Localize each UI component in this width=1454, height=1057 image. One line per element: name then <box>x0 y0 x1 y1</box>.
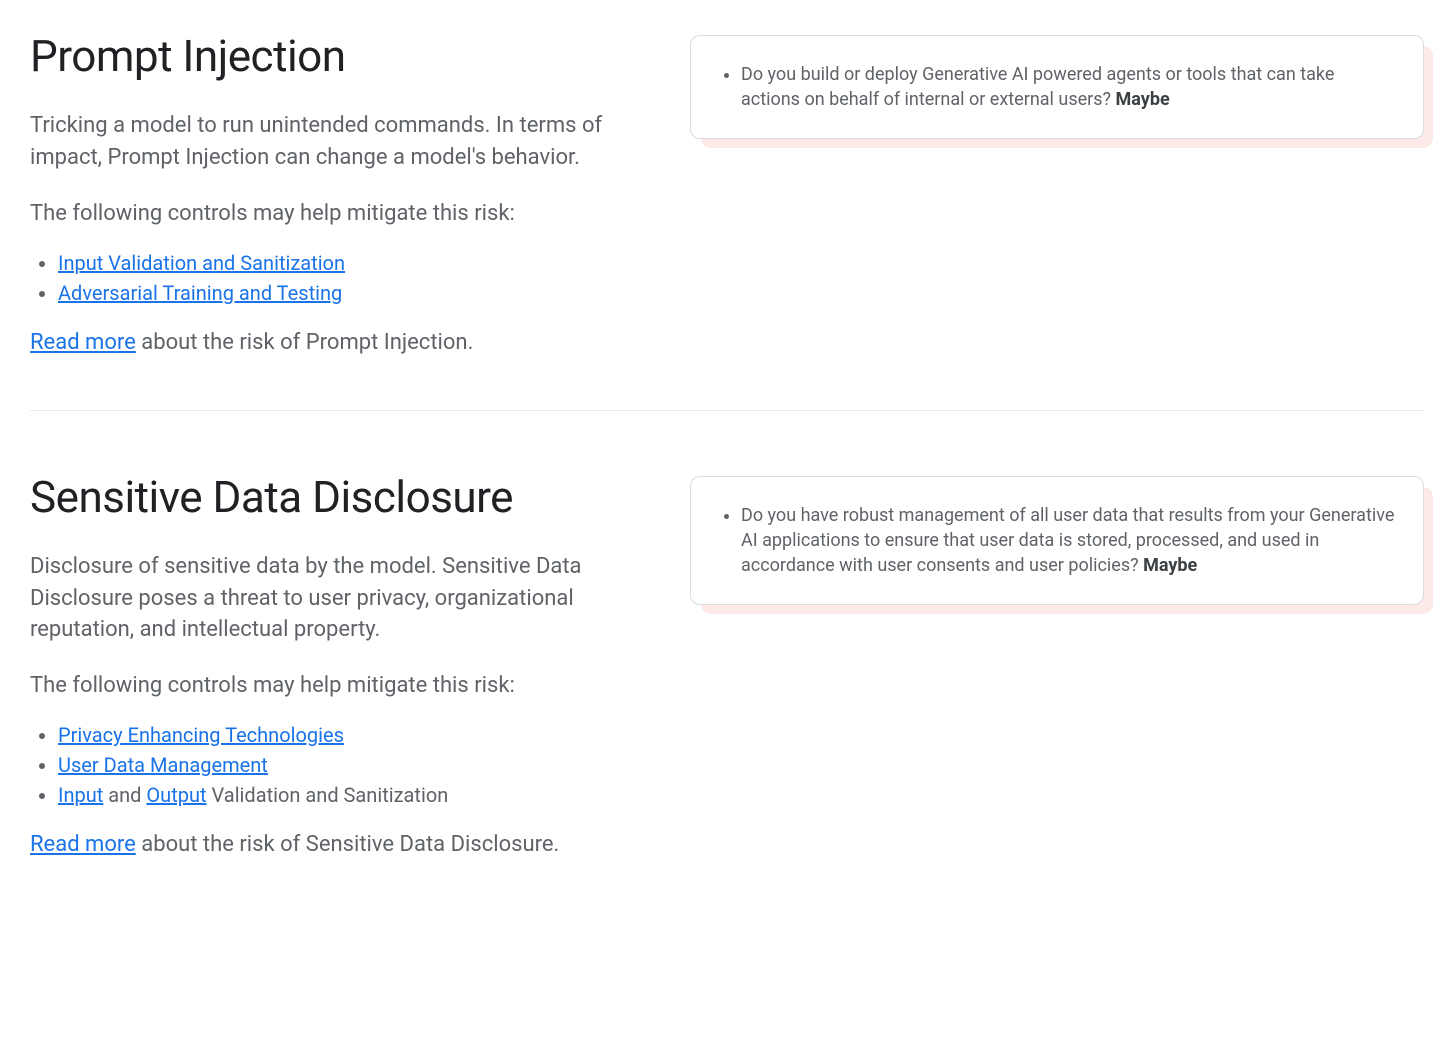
risk-description: Tricking a model to run unintended comma… <box>30 110 630 174</box>
question-answer: Maybe <box>1116 89 1170 110</box>
risk-title: Prompt Injection <box>30 30 630 82</box>
risk-section-prompt-injection: Prompt Injection Tricking a model to run… <box>30 30 1424 411</box>
question-item: Do you have robust management of all use… <box>741 503 1395 579</box>
control-link-adversarial-training[interactable]: Adversarial Training and Testing <box>58 281 342 305</box>
controls-list: Input Validation and Sanitization Advers… <box>30 248 630 308</box>
control-link-user-data-mgmt[interactable]: User Data Management <box>58 753 268 777</box>
risk-title: Sensitive Data Disclosure <box>30 471 630 523</box>
control-item: User Data Management <box>58 750 630 780</box>
risk-right-column: Do you have robust management of all use… <box>690 471 1424 858</box>
control-link-output[interactable]: Output <box>146 783 206 807</box>
question-card: Do you have robust management of all use… <box>690 476 1424 606</box>
question-text: Do you build or deploy Generative AI pow… <box>741 64 1334 110</box>
question-text: Do you have robust management of all use… <box>741 505 1394 576</box>
control-item: Input and Output Validation and Sanitiza… <box>58 780 630 810</box>
controls-intro: The following controls may help mitigate… <box>30 670 630 702</box>
risk-section-sensitive-data: Sensitive Data Disclosure Disclosure of … <box>30 471 1424 858</box>
risk-left-column: Prompt Injection Tricking a model to run… <box>30 30 630 355</box>
risk-description: Disclosure of sensitive data by the mode… <box>30 551 630 647</box>
question-answer: Maybe <box>1143 555 1197 576</box>
risk-left-column: Sensitive Data Disclosure Disclosure of … <box>30 471 630 858</box>
readmore-line: Read more about the risk of Prompt Injec… <box>30 330 630 355</box>
control-link-input[interactable]: Input <box>58 783 103 807</box>
control-text-and: and <box>103 783 146 807</box>
readmore-suffix: about the risk of Sensitive Data Disclos… <box>136 832 560 857</box>
readmore-line: Read more about the risk of Sensitive Da… <box>30 832 630 857</box>
readmore-link[interactable]: Read more <box>30 832 136 857</box>
controls-intro: The following controls may help mitigate… <box>30 198 630 230</box>
control-item: Input Validation and Sanitization <box>58 248 630 278</box>
controls-list: Privacy Enhancing Technologies User Data… <box>30 720 630 810</box>
question-card: Do you build or deploy Generative AI pow… <box>690 35 1424 139</box>
readmore-suffix: about the risk of Prompt Injection. <box>136 330 474 355</box>
control-link-input-validation[interactable]: Input Validation and Sanitization <box>58 251 345 275</box>
control-text-suffix: Validation and Sanitization <box>207 783 449 807</box>
risk-right-column: Do you build or deploy Generative AI pow… <box>690 30 1424 355</box>
control-item: Adversarial Training and Testing <box>58 278 630 308</box>
control-link-privacy-enhancing[interactable]: Privacy Enhancing Technologies <box>58 723 344 747</box>
question-item: Do you build or deploy Generative AI pow… <box>741 62 1395 112</box>
readmore-link[interactable]: Read more <box>30 330 136 355</box>
control-item: Privacy Enhancing Technologies <box>58 720 630 750</box>
